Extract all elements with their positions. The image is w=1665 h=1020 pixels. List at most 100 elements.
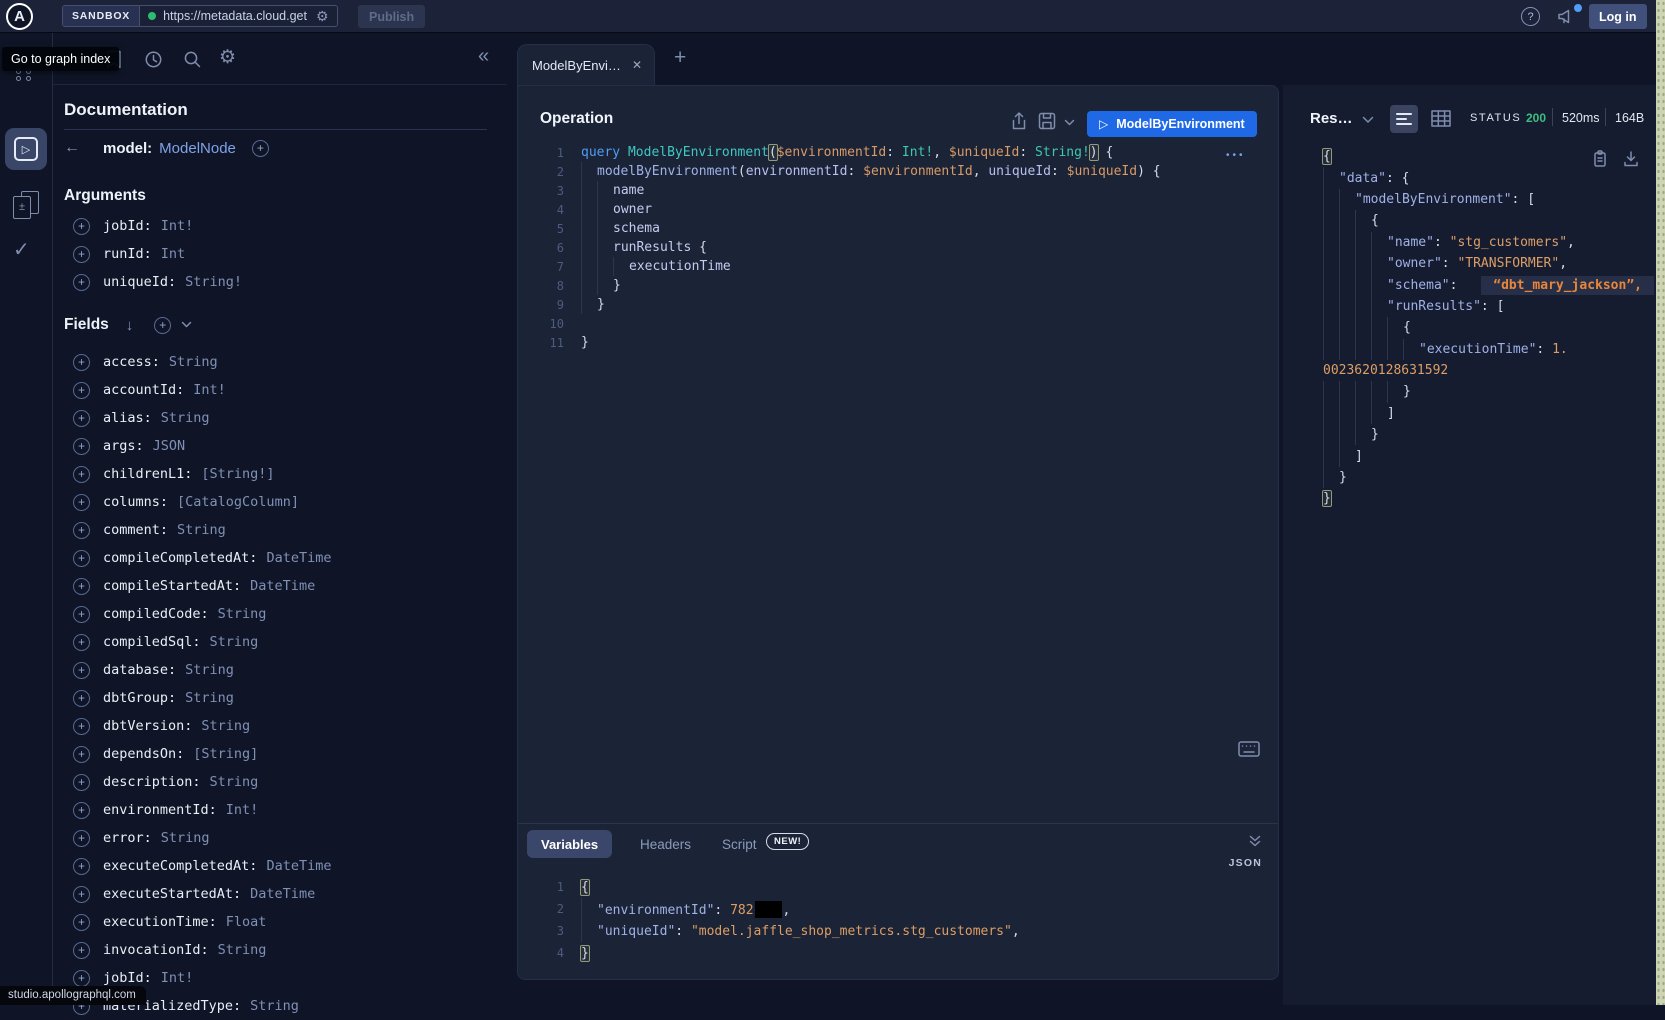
- field-type[interactable]: [String]: [193, 746, 258, 762]
- field-type[interactable]: Int!: [161, 970, 194, 986]
- variables-editor[interactable]: 1{2"environmentId": 782,3"uniqueId": "mo…: [517, 876, 1277, 964]
- field-name[interactable]: runId:: [103, 246, 152, 262]
- add-field-icon[interactable]: +: [73, 354, 90, 371]
- field-name[interactable]: uniqueId:: [103, 274, 176, 290]
- field-row[interactable]: +description:String: [64, 768, 504, 796]
- field-type[interactable]: Int: [161, 246, 185, 262]
- field-row[interactable]: +columns:[CatalogColumn]: [64, 488, 504, 516]
- back-icon[interactable]: ←: [64, 139, 86, 157]
- field-row[interactable]: +database:String: [64, 656, 504, 684]
- field-row[interactable]: +comment:String: [64, 516, 504, 544]
- field-row[interactable]: + accountId: Int!: [64, 376, 504, 404]
- connection-settings-icon[interactable]: ⚙: [316, 8, 329, 25]
- field-name[interactable]: compileCompletedAt:: [103, 550, 257, 566]
- add-field-icon[interactable]: +: [73, 494, 90, 511]
- field-type[interactable]: String: [161, 410, 210, 426]
- run-operation-button[interactable]: ▷ ModelByEnvironment: [1087, 111, 1257, 137]
- field-name[interactable]: invocationId:: [103, 942, 209, 958]
- field-type[interactable]: DateTime: [250, 886, 315, 902]
- save-menu-chevron-icon[interactable]: [1064, 119, 1075, 127]
- sort-icon[interactable]: ↓: [126, 317, 134, 334]
- settings-gear-icon[interactable]: ⚙: [219, 46, 236, 69]
- add-field-icon[interactable]: +: [73, 746, 90, 763]
- field-name[interactable]: jobId:: [103, 970, 152, 986]
- add-field-icon[interactable]: +: [73, 274, 90, 291]
- page-edge-scrollbar[interactable]: [1656, 0, 1665, 1005]
- tab-operation[interactable]: ModelByEnvi… ✕: [517, 44, 655, 85]
- field-type[interactable]: [CatalogColumn]: [177, 494, 299, 510]
- field-row[interactable]: +compiledSql:String: [64, 628, 504, 656]
- field-name[interactable]: dbtVersion:: [103, 718, 192, 734]
- field-type[interactable]: DateTime: [250, 578, 315, 594]
- field-name[interactable]: args:: [103, 438, 144, 454]
- sidebar-item-explorer[interactable]: ▷: [5, 128, 47, 170]
- collapse-panel-double-chevron-icon[interactable]: [1248, 834, 1262, 848]
- field-name[interactable]: database:: [103, 662, 176, 678]
- field-row[interactable]: +compileStartedAt:DateTime: [64, 572, 504, 600]
- field-name[interactable]: compiledCode:: [103, 606, 209, 622]
- field-type[interactable]: String: [210, 774, 259, 790]
- argument-row[interactable]: + runId: Int: [64, 240, 494, 268]
- field-type[interactable]: String: [218, 606, 267, 622]
- add-field-icon[interactable]: +: [73, 218, 90, 235]
- field-name[interactable]: access:: [103, 354, 160, 370]
- graph-url-control[interactable]: SANDBOX https://metadata.cloud.get ⚙: [62, 5, 338, 27]
- field-name[interactable]: executeCompletedAt:: [103, 858, 257, 874]
- field-type[interactable]: String: [201, 718, 250, 734]
- field-name[interactable]: compiledSql:: [103, 634, 201, 650]
- field-type[interactable]: DateTime: [266, 858, 331, 874]
- field-name[interactable]: executionTime:: [103, 914, 217, 930]
- field-row[interactable]: +compileCompletedAt:DateTime: [64, 544, 504, 572]
- keyboard-shortcuts-icon[interactable]: [1238, 741, 1260, 757]
- publish-button[interactable]: Publish: [358, 5, 425, 28]
- field-type[interactable]: String: [185, 662, 234, 678]
- response-dropdown-chevron-icon[interactable]: [1362, 116, 1374, 124]
- add-field-icon[interactable]: +: [73, 690, 90, 707]
- add-field-icon[interactable]: +: [73, 914, 90, 931]
- apollo-logo[interactable]: A: [6, 3, 33, 30]
- close-tab-icon[interactable]: ✕: [632, 58, 642, 72]
- field-row[interactable]: +dbtGroup:String: [64, 684, 504, 712]
- field-type[interactable]: String: [218, 942, 267, 958]
- add-field-icon[interactable]: +: [73, 550, 90, 567]
- field-row[interactable]: +access:String: [64, 348, 504, 376]
- table-view-icon[interactable]: [1431, 110, 1451, 127]
- login-button[interactable]: Log in: [1589, 4, 1647, 29]
- field-type[interactable]: String: [250, 998, 299, 1014]
- field-type[interactable]: Int!: [226, 802, 259, 818]
- response-body[interactable]: {"data": {"modelByEnvironment": [{"name"…: [1323, 146, 1653, 510]
- add-field-icon[interactable]: +: [73, 830, 90, 847]
- field-type[interactable]: Float: [226, 914, 267, 930]
- field-row[interactable]: + dbtVersion: String: [64, 712, 504, 740]
- field-type[interactable]: Int!: [193, 382, 226, 398]
- add-field-icon[interactable]: +: [73, 522, 90, 539]
- add-field-icon[interactable]: +: [73, 718, 90, 735]
- field-type[interactable]: String: [177, 522, 226, 538]
- add-field-icon[interactable]: +: [73, 802, 90, 819]
- field-name[interactable]: jobId:: [103, 218, 152, 234]
- collapse-sidebar-icon[interactable]: «: [478, 45, 489, 68]
- argument-row[interactable]: +uniqueId:String!: [64, 268, 494, 296]
- field-row[interactable]: +childrenL1:[String!]: [64, 460, 504, 488]
- field-row[interactable]: +invocationId:String: [64, 936, 504, 964]
- field-name[interactable]: environmentId:: [103, 802, 217, 818]
- tab-script[interactable]: Script: [722, 837, 757, 852]
- field-type[interactable]: String: [161, 830, 210, 846]
- add-field-icon[interactable]: +: [73, 774, 90, 791]
- field-name[interactable]: accountId:: [103, 382, 184, 398]
- field-name[interactable]: executeStartedAt:: [103, 886, 241, 902]
- save-icon[interactable]: [1038, 112, 1056, 130]
- field-row[interactable]: +compiledCode:String: [64, 600, 504, 628]
- add-field-icon[interactable]: +: [73, 246, 90, 263]
- help-icon[interactable]: ?: [1521, 7, 1540, 26]
- field-type[interactable]: [String!]: [201, 466, 274, 482]
- history-icon[interactable]: [144, 50, 163, 69]
- field-name[interactable]: dbtGroup:: [103, 690, 176, 706]
- sidebar-item-checklist-icon[interactable]: ✓: [13, 237, 30, 262]
- add-to-query-icon[interactable]: +: [252, 140, 269, 157]
- field-row[interactable]: + environmentId: Int!: [64, 796, 504, 824]
- add-field-icon[interactable]: +: [73, 858, 90, 875]
- chevron-down-icon[interactable]: [181, 321, 192, 329]
- add-field-icon[interactable]: +: [73, 382, 90, 399]
- operation-editor[interactable]: 1query ModelByEnvironment($environmentId…: [517, 143, 1277, 352]
